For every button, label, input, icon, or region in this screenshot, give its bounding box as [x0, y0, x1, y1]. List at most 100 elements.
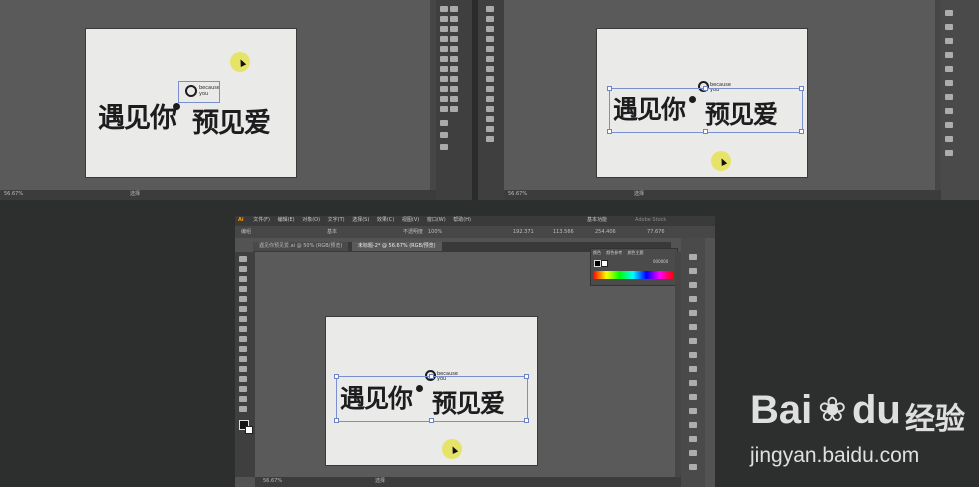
panel-icon[interactable]: [945, 94, 953, 100]
tool-icon[interactable]: [486, 106, 494, 112]
selection-handle[interactable]: [607, 129, 612, 134]
color-themes-tab[interactable]: 颜色主题: [628, 250, 644, 255]
panel-icon[interactable]: [945, 66, 953, 72]
stroke-style[interactable]: 基本: [327, 226, 337, 238]
width-tool-icon[interactable]: [239, 356, 247, 362]
panel-icon[interactable]: [945, 80, 953, 86]
selection-handle[interactable]: [703, 86, 708, 91]
panel-icon[interactable]: [689, 366, 697, 372]
stroke-swatch[interactable]: [245, 426, 253, 434]
panel-icon[interactable]: [689, 310, 697, 316]
panel-icon[interactable]: [689, 436, 697, 442]
panel-icon[interactable]: [945, 122, 953, 128]
selection-handle[interactable]: [799, 86, 804, 91]
tool-icon[interactable]: [486, 36, 494, 42]
tool-icon[interactable]: [450, 6, 458, 12]
tool-icon[interactable]: [486, 56, 494, 62]
selection-handle[interactable]: [334, 374, 339, 379]
selection-box[interactable]: [336, 376, 528, 422]
tool-icon[interactable]: [440, 76, 448, 82]
zoom-level[interactable]: 56.67%: [263, 477, 282, 486]
panel-icon[interactable]: [689, 450, 697, 456]
panel-icon[interactable]: [689, 268, 697, 274]
menu-item[interactable]: 选择(S): [352, 217, 369, 223]
hand-tool-icon[interactable]: [239, 396, 247, 402]
tool-icon[interactable]: [486, 66, 494, 72]
panel-icon[interactable]: [689, 324, 697, 330]
panel-icon[interactable]: [689, 338, 697, 344]
panel-icon[interactable]: [689, 394, 697, 400]
selection-handle[interactable]: [524, 374, 529, 379]
tool-icon[interactable]: [486, 136, 494, 142]
selection-box[interactable]: [178, 81, 220, 103]
panel-icon[interactable]: [689, 352, 697, 358]
tool-icon[interactable]: [440, 144, 448, 150]
menu-item[interactable]: 文件(F): [253, 217, 270, 223]
panel-icon[interactable]: [689, 380, 697, 386]
color-tab[interactable]: 颜色: [593, 250, 601, 255]
tool-icon[interactable]: [450, 106, 458, 112]
magic-wand-tool-icon[interactable]: [239, 276, 247, 282]
tool-icon[interactable]: [440, 132, 448, 138]
menu-item[interactable]: 帮助(H): [453, 217, 471, 223]
color-spectrum[interactable]: [593, 271, 673, 279]
line-tool-icon[interactable]: [239, 306, 247, 312]
tool-icon[interactable]: [486, 126, 494, 132]
brush-tool-icon[interactable]: [239, 326, 247, 332]
panel-icon[interactable]: [689, 296, 697, 302]
tool-icon[interactable]: [486, 16, 494, 22]
type-tool-icon[interactable]: [239, 296, 247, 302]
document-tab-active[interactable]: 未标题-2* @ 56.67% (RGB/预览): [351, 242, 442, 251]
tool-icon[interactable]: [440, 96, 448, 102]
tool-icon[interactable]: [440, 86, 448, 92]
pen-tool-icon[interactable]: [239, 286, 247, 292]
zoom-level[interactable]: 56.67%: [4, 190, 23, 199]
selection-handle[interactable]: [703, 129, 708, 134]
shape-builder-tool-icon[interactable]: [239, 366, 247, 372]
tool-icon[interactable]: [440, 66, 448, 72]
tool-icon[interactable]: [450, 36, 458, 42]
panel-icon[interactable]: [689, 254, 697, 260]
panel-icon[interactable]: [945, 108, 953, 114]
selection-handle[interactable]: [429, 374, 434, 379]
menu-item[interactable]: 对象(O): [302, 217, 320, 223]
panel-icon[interactable]: [689, 422, 697, 428]
y-field[interactable]: 113.566: [553, 226, 574, 238]
tool-icon[interactable]: [440, 106, 448, 112]
tool-icon[interactable]: [450, 16, 458, 22]
pencil-tool-icon[interactable]: [239, 336, 247, 342]
tool-icon[interactable]: [440, 26, 448, 32]
selection-handle[interactable]: [799, 129, 804, 134]
rectangle-tool-icon[interactable]: [239, 316, 247, 322]
color-fill-swatch[interactable]: [594, 260, 601, 267]
panel-icon[interactable]: [689, 282, 697, 288]
tool-icon[interactable]: [450, 66, 458, 72]
menu-item[interactable]: 编辑(E): [278, 217, 295, 223]
selection-handle[interactable]: [429, 418, 434, 423]
tool-icon[interactable]: [450, 56, 458, 62]
direct-selection-tool-icon[interactable]: [239, 266, 247, 272]
menu-item[interactable]: 文字(T): [328, 217, 345, 223]
tool-icon[interactable]: [450, 86, 458, 92]
tool-icon[interactable]: [450, 76, 458, 82]
panel-icon[interactable]: [945, 24, 953, 30]
tool-icon[interactable]: [440, 16, 448, 22]
selection-handle[interactable]: [334, 418, 339, 423]
tool-icon[interactable]: [486, 76, 494, 82]
selection-tool-icon[interactable]: [239, 256, 247, 262]
h-field[interactable]: 77.676: [647, 226, 665, 238]
gradient-tool-icon[interactable]: [239, 376, 247, 382]
selection-box[interactable]: [609, 88, 803, 133]
tool-icon[interactable]: [450, 96, 458, 102]
tool-icon[interactable]: [440, 6, 448, 12]
opacity-value[interactable]: 100%: [428, 226, 442, 238]
tool-icon[interactable]: [440, 36, 448, 42]
panel-icon[interactable]: [945, 150, 953, 156]
rotate-tool-icon[interactable]: [239, 346, 247, 352]
zoom-level[interactable]: 56.67%: [508, 190, 527, 199]
workspace-switcher[interactable]: 基本功能: [587, 216, 607, 225]
tool-icon[interactable]: [450, 46, 458, 52]
document-tab[interactable]: 遇见你预见爱.ai @ 50% (RGB/预览): [253, 242, 349, 251]
color-guide-tab[interactable]: 颜色参考: [606, 250, 622, 255]
tool-icon[interactable]: [440, 46, 448, 52]
